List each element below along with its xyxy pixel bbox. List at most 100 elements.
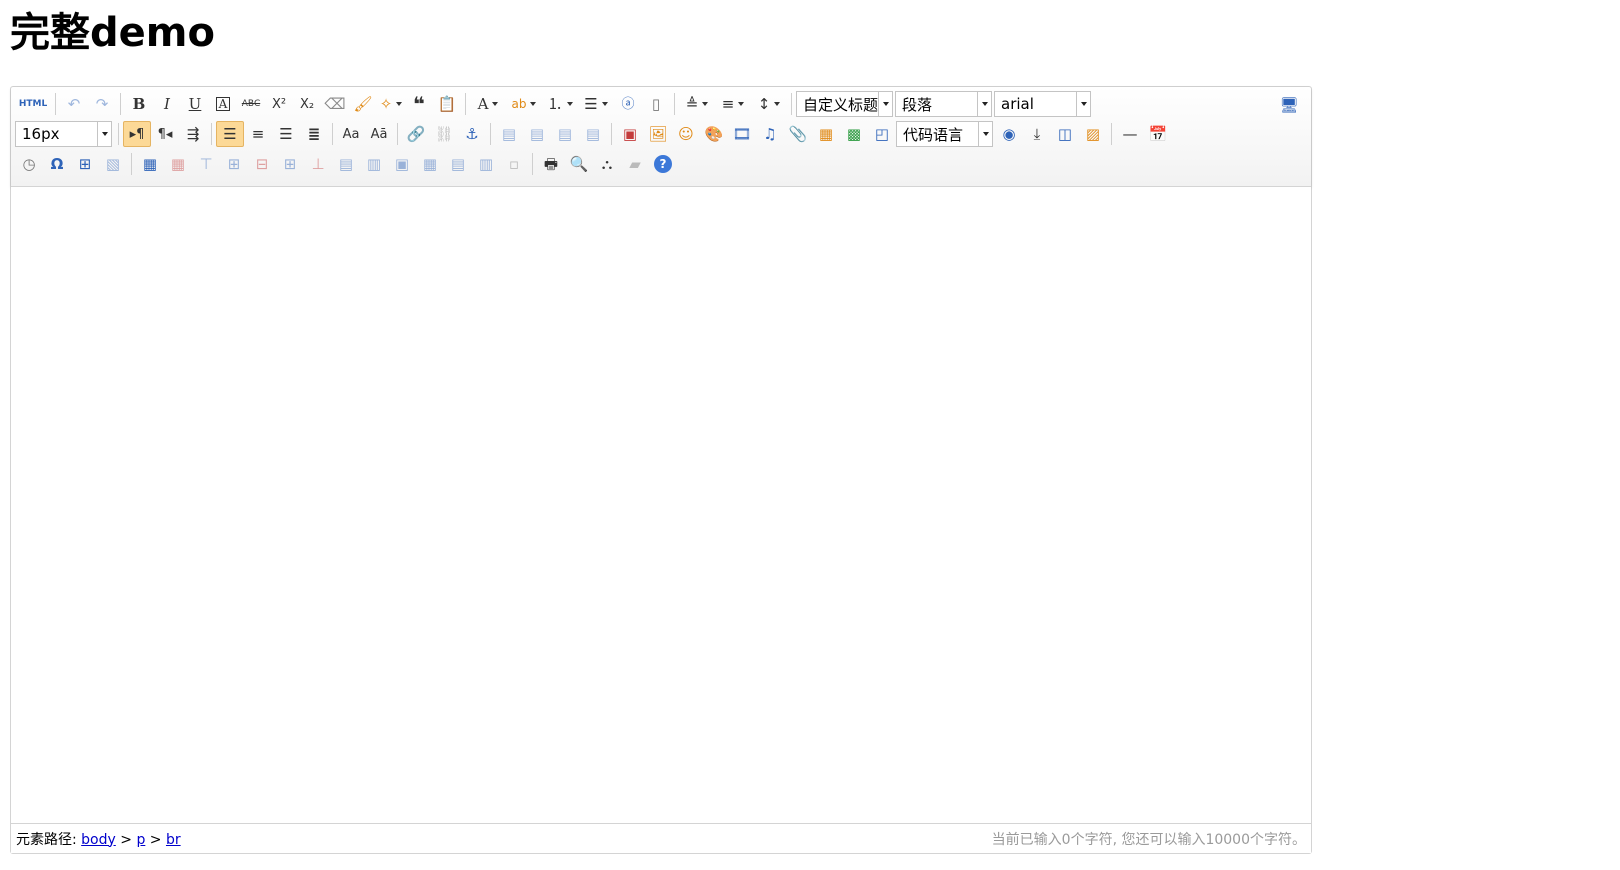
gmap-icon[interactable]: ▩ <box>840 121 868 147</box>
image-left-icon[interactable]: ▤ <box>523 121 551 147</box>
word-image-icon[interactable]: ▧ <box>99 151 127 177</box>
insert-image-icon[interactable]: 🖼 <box>644 121 672 147</box>
forecolor-button[interactable]: A <box>470 91 506 117</box>
special-char-button[interactable]: Ω <box>43 151 71 177</box>
blockquote-button[interactable]: ❝ <box>405 91 433 117</box>
row-spacing-top-icon[interactable]: ≜ <box>679 91 715 117</box>
code-language-select[interactable]: 代码语言 <box>896 121 993 147</box>
split-to-cells-icon[interactable]: ▦ <box>416 151 444 177</box>
insert-video-icon[interactable]: 🎞 <box>728 121 756 147</box>
insert-frame-icon[interactable]: ◰ <box>868 121 896 147</box>
background-icon[interactable]: ▨ <box>1079 121 1107 147</box>
simple-upload-icon[interactable]: ▣ <box>616 121 644 147</box>
help-button[interactable]: ? <box>649 151 677 177</box>
image-center-icon[interactable]: ▤ <box>579 121 607 147</box>
split-to-cols-icon[interactable]: ▥ <box>472 151 500 177</box>
editor-content-area[interactable] <box>11 187 1311 823</box>
web-app-icon[interactable]: ◉ <box>995 121 1023 147</box>
page-break-icon[interactable]: ⤓ <box>1023 121 1051 147</box>
insert-row-icon[interactable]: ⊞ <box>220 151 248 177</box>
backcolor-icon[interactable]: ab <box>506 91 542 117</box>
to-lowercase-icon[interactable]: Aā <box>365 121 393 147</box>
underline-button[interactable]: U <box>181 91 209 117</box>
preview-icon[interactable]: 🔍 <box>565 151 593 177</box>
print-icon[interactable]: 🖶 <box>537 151 565 177</box>
path-link-p[interactable]: p <box>136 832 145 848</box>
path-link-br[interactable]: br <box>166 832 181 848</box>
custom-style-select[interactable]: 自定义标题 <box>796 91 893 117</box>
split-to-rows-icon[interactable]: ▤ <box>444 151 472 177</box>
separator <box>332 123 333 145</box>
line-height-icon[interactable]: ↕ <box>751 91 787 117</box>
search-replace-icon[interactable]: ⛬ <box>593 151 621 177</box>
source-button[interactable]: HTML <box>15 91 51 117</box>
attachment-icon[interactable]: 📎 <box>784 121 812 147</box>
select-all-icon[interactable]: ⓐ <box>614 91 642 117</box>
image-right-icon[interactable]: ▤ <box>551 121 579 147</box>
paste-plain-icon[interactable]: 📋 <box>433 91 461 117</box>
paragraph-select[interactable]: 段落 <box>895 91 992 117</box>
direction-ltr-icon[interactable]: ▸¶ <box>123 121 151 147</box>
auto-typeset-icon[interactable]: ✧ <box>377 91 405 117</box>
italic-button[interactable]: I <box>153 91 181 117</box>
word-count: 当前已输入0个字符, 您还可以输入10000个字符。 <box>991 831 1306 848</box>
toolbar-row-3: ◷ Ω ⊞ ▧ ▦ ▦ ⊤ ⊞ ⊟ ⊞ ⊥ ▤ ▥ ▣ ▦ ▤ ▥ ▫ 🖶 🔍 … <box>15 150 677 178</box>
separator <box>120 93 121 115</box>
path-separator: > <box>120 831 132 848</box>
chart-icon[interactable]: ▫ <box>500 151 528 177</box>
delete-row-icon[interactable]: ⊟ <box>248 151 276 177</box>
insert-col-icon[interactable]: ⊞ <box>276 151 304 177</box>
separator <box>465 93 466 115</box>
font-size-select[interactable]: 16px <box>15 121 112 147</box>
anchor-icon[interactable]: ⚓ <box>458 121 486 147</box>
subscript-button[interactable]: X₂ <box>293 91 321 117</box>
map-icon[interactable]: ▦ <box>812 121 840 147</box>
justify-full-icon[interactable]: ≣ <box>300 121 328 147</box>
link-icon[interactable]: 🔗 <box>402 121 430 147</box>
toolbar-row-1: HTML ↶ ↷ B I U A ABC X² X₂ ⌫ 🖌 ✧ ❝ 📋 A a… <box>15 90 1093 118</box>
image-none-icon[interactable]: ▤ <box>495 121 523 147</box>
clear-doc-icon[interactable]: ▯ <box>642 91 670 117</box>
font-border-button[interactable]: A <box>209 91 237 117</box>
time-icon[interactable]: ◷ <box>15 151 43 177</box>
fullscreen-icon[interactable]: 🖥 <box>1275 92 1303 118</box>
delete-table-icon[interactable]: ▦ <box>164 151 192 177</box>
merge-cells-icon[interactable]: ▤ <box>332 151 360 177</box>
delete-col-icon[interactable]: ⊥ <box>304 151 332 177</box>
insert-paragraph-before-table-icon[interactable]: ⊤ <box>192 151 220 177</box>
direction-rtl-icon[interactable]: ¶◂ <box>151 121 179 147</box>
merge-down-icon[interactable]: ▣ <box>388 151 416 177</box>
separator <box>1111 123 1112 145</box>
justify-center-icon[interactable]: ≡ <box>244 121 272 147</box>
indent-icon[interactable]: ⇶ <box>179 121 207 147</box>
undo-icon[interactable]: ↶ <box>60 91 88 117</box>
row-spacing-bottom-icon[interactable]: ≡ <box>715 91 751 117</box>
font-family-select[interactable]: arial <box>994 91 1091 117</box>
format-brush-icon[interactable]: 🖌 <box>349 91 377 117</box>
redo-icon[interactable]: ↷ <box>88 91 116 117</box>
unlink-icon[interactable]: ⛓ <box>430 121 458 147</box>
path-link-body[interactable]: body <box>81 832 116 848</box>
ordered-list-icon[interactable]: ⒈ <box>542 91 578 117</box>
scrawl-icon[interactable]: 🎨 <box>700 121 728 147</box>
eraser-icon[interactable]: ⌫ <box>321 91 349 117</box>
to-uppercase-icon[interactable]: Aa <box>337 121 365 147</box>
music-icon[interactable]: ♫ <box>756 121 784 147</box>
merge-right-icon[interactable]: ▥ <box>360 151 388 177</box>
superscript-button[interactable]: X² <box>265 91 293 117</box>
emotion-icon[interactable]: ☺ <box>672 121 700 147</box>
snapscreen-icon[interactable]: ⊞ <box>71 151 99 177</box>
justify-left-icon[interactable]: ☰ <box>216 121 244 147</box>
bold-button[interactable]: B <box>125 91 153 117</box>
horizontal-rule-icon[interactable]: — <box>1116 121 1144 147</box>
chevron-down-icon <box>878 92 892 116</box>
separator <box>397 123 398 145</box>
insert-table-icon[interactable]: ▦ <box>136 151 164 177</box>
strikethrough-button[interactable]: ABC <box>237 91 265 117</box>
justify-right-icon[interactable]: ☰ <box>272 121 300 147</box>
template-icon[interactable]: ◫ <box>1051 121 1079 147</box>
separator <box>611 123 612 145</box>
date-icon[interactable]: 📅 <box>1144 121 1172 147</box>
drafts-icon[interactable]: ▰ <box>621 151 649 177</box>
unordered-list-icon[interactable]: ☰ <box>578 91 614 117</box>
